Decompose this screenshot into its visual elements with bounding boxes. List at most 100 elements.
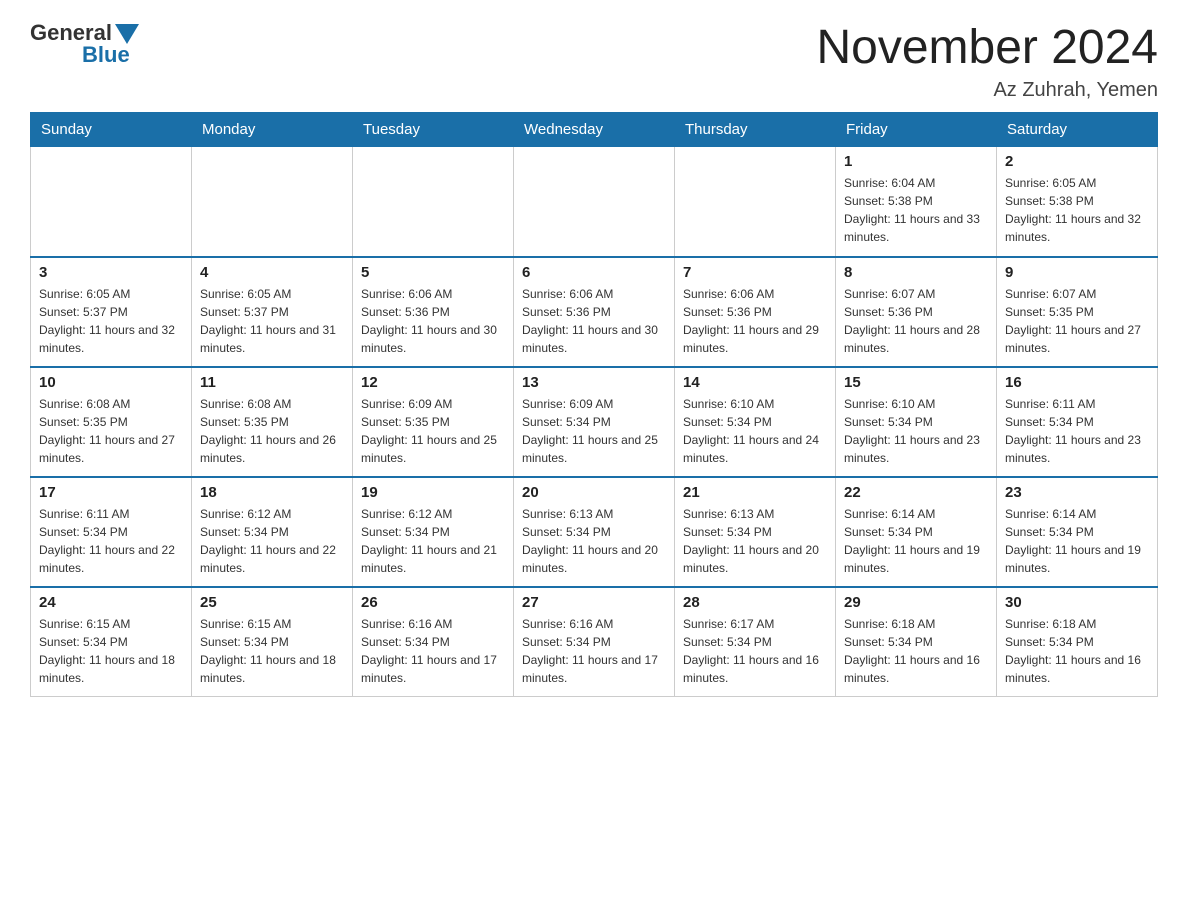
calendar-cell: 12 Sunrise: 6:09 AM Sunset: 5:35 PM Dayli…	[353, 367, 514, 477]
day-number: 16	[1005, 374, 1149, 391]
week-row-4: 17 Sunrise: 6:11 AM Sunset: 5:34 PM Dayli…	[31, 477, 1158, 587]
day-info: Sunrise: 6:06 AM Sunset: 5:36 PM Dayligh…	[361, 285, 505, 357]
header-friday: Friday	[836, 113, 997, 147]
calendar-cell: 21 Sunrise: 6:13 AM Sunset: 5:34 PM Dayli…	[675, 477, 836, 587]
header-tuesday: Tuesday	[353, 113, 514, 147]
calendar-cell: 25Sunrise: 6:15 AM Sunset: 5:34 PM Dayli…	[192, 587, 353, 697]
header-sunday: Sunday	[31, 113, 192, 147]
calendar-cell: 29 Sunrise: 6:18 AM Sunset: 5:34 PM Dayli…	[836, 587, 997, 697]
day-number: 3	[39, 264, 183, 281]
day-number: 13	[522, 374, 666, 391]
calendar-cell: 26 Sunrise: 6:16 AM Sunset: 5:34 PM Dayli…	[353, 587, 514, 697]
weekday-header-row: Sunday Monday Tuesday Wednesday Thursday…	[31, 113, 1158, 147]
day-info: Sunrise: 6:14 AM Sunset: 5:34 PM Dayligh…	[1005, 505, 1149, 577]
calendar-cell	[31, 147, 192, 257]
day-info: Sunrise: 6:11 AM Sunset: 5:34 PM Dayligh…	[1005, 395, 1149, 467]
calendar-cell: 8 Sunrise: 6:07 AM Sunset: 5:36 PM Daylig…	[836, 257, 997, 367]
title-block: November 2024 Az Zuhrah, Yemen	[816, 20, 1158, 102]
day-info: Sunrise: 6:09 AM Sunset: 5:34 PM Dayligh…	[522, 395, 666, 467]
week-row-5: 24Sunrise: 6:15 AM Sunset: 5:34 PM Dayli…	[31, 587, 1158, 697]
header-saturday: Saturday	[997, 113, 1158, 147]
calendar-cell: 27 Sunrise: 6:16 AM Sunset: 5:34 PM Dayli…	[514, 587, 675, 697]
calendar-cell: 18 Sunrise: 6:12 AM Sunset: 5:34 PM Dayli…	[192, 477, 353, 587]
calendar-cell: 30 Sunrise: 6:18 AM Sunset: 5:34 PM Dayli…	[997, 587, 1158, 697]
day-info: Sunrise: 6:10 AM Sunset: 5:34 PM Dayligh…	[844, 395, 988, 467]
page-header: General Blue November 2024 Az Zuhrah, Ye…	[30, 20, 1158, 102]
calendar-cell: 5Sunrise: 6:06 AM Sunset: 5:36 PM Daylig…	[353, 257, 514, 367]
day-number: 22	[844, 484, 988, 501]
day-number: 4	[200, 264, 344, 281]
day-number: 17	[39, 484, 183, 501]
day-info: Sunrise: 6:05 AM Sunset: 5:37 PM Dayligh…	[39, 285, 183, 357]
day-number: 15	[844, 374, 988, 391]
day-info: Sunrise: 6:07 AM Sunset: 5:35 PM Dayligh…	[1005, 285, 1149, 357]
day-info: Sunrise: 6:04 AM Sunset: 5:38 PM Dayligh…	[844, 174, 988, 246]
day-number: 1	[844, 153, 988, 170]
logo-triangle-icon	[115, 24, 139, 44]
header-monday: Monday	[192, 113, 353, 147]
logo: General Blue	[30, 20, 142, 68]
day-number: 6	[522, 264, 666, 281]
calendar-cell: 22 Sunrise: 6:14 AM Sunset: 5:34 PM Dayli…	[836, 477, 997, 587]
day-info: Sunrise: 6:08 AM Sunset: 5:35 PM Dayligh…	[39, 395, 183, 467]
day-info: Sunrise: 6:12 AM Sunset: 5:34 PM Dayligh…	[200, 505, 344, 577]
day-info: Sunrise: 6:08 AM Sunset: 5:35 PM Dayligh…	[200, 395, 344, 467]
day-info: Sunrise: 6:11 AM Sunset: 5:34 PM Dayligh…	[39, 505, 183, 577]
day-info: Sunrise: 6:16 AM Sunset: 5:34 PM Dayligh…	[522, 615, 666, 687]
day-info: Sunrise: 6:13 AM Sunset: 5:34 PM Dayligh…	[683, 505, 827, 577]
day-info: Sunrise: 6:17 AM Sunset: 5:34 PM Dayligh…	[683, 615, 827, 687]
calendar-cell: 4 Sunrise: 6:05 AM Sunset: 5:37 PM Daylig…	[192, 257, 353, 367]
day-number: 28	[683, 594, 827, 611]
day-number: 12	[361, 374, 505, 391]
day-number: 24	[39, 594, 183, 611]
day-number: 9	[1005, 264, 1149, 281]
calendar-cell	[353, 147, 514, 257]
calendar-cell: 9 Sunrise: 6:07 AM Sunset: 5:35 PM Daylig…	[997, 257, 1158, 367]
week-row-2: 3 Sunrise: 6:05 AM Sunset: 5:37 PM Daylig…	[31, 257, 1158, 367]
week-row-3: 10 Sunrise: 6:08 AM Sunset: 5:35 PM Dayli…	[31, 367, 1158, 477]
calendar-cell: 20Sunrise: 6:13 AM Sunset: 5:34 PM Dayli…	[514, 477, 675, 587]
header-thursday: Thursday	[675, 113, 836, 147]
day-number: 25	[200, 594, 344, 611]
day-number: 10	[39, 374, 183, 391]
day-number: 30	[1005, 594, 1149, 611]
week-row-1: 1 Sunrise: 6:04 AM Sunset: 5:38 PM Daylig…	[31, 147, 1158, 257]
day-number: 26	[361, 594, 505, 611]
day-number: 27	[522, 594, 666, 611]
calendar-cell	[514, 147, 675, 257]
day-info: Sunrise: 6:05 AM Sunset: 5:37 PM Dayligh…	[200, 285, 344, 357]
calendar-cell: 14Sunrise: 6:10 AM Sunset: 5:34 PM Dayli…	[675, 367, 836, 477]
calendar-cell: 13 Sunrise: 6:09 AM Sunset: 5:34 PM Dayli…	[514, 367, 675, 477]
day-info: Sunrise: 6:18 AM Sunset: 5:34 PM Dayligh…	[1005, 615, 1149, 687]
day-info: Sunrise: 6:18 AM Sunset: 5:34 PM Dayligh…	[844, 615, 988, 687]
day-info: Sunrise: 6:09 AM Sunset: 5:35 PM Dayligh…	[361, 395, 505, 467]
day-number: 21	[683, 484, 827, 501]
calendar-cell: 15 Sunrise: 6:10 AM Sunset: 5:34 PM Dayli…	[836, 367, 997, 477]
calendar-cell: 10 Sunrise: 6:08 AM Sunset: 5:35 PM Dayli…	[31, 367, 192, 477]
calendar-table: Sunday Monday Tuesday Wednesday Thursday…	[30, 112, 1158, 697]
day-info: Sunrise: 6:14 AM Sunset: 5:34 PM Dayligh…	[844, 505, 988, 577]
day-info: Sunrise: 6:07 AM Sunset: 5:36 PM Dayligh…	[844, 285, 988, 357]
calendar-cell	[192, 147, 353, 257]
calendar-cell: 3 Sunrise: 6:05 AM Sunset: 5:37 PM Daylig…	[31, 257, 192, 367]
day-info: Sunrise: 6:06 AM Sunset: 5:36 PM Dayligh…	[522, 285, 666, 357]
day-number: 23	[1005, 484, 1149, 501]
month-title: November 2024	[816, 20, 1158, 75]
day-info: Sunrise: 6:16 AM Sunset: 5:34 PM Dayligh…	[361, 615, 505, 687]
day-number: 2	[1005, 153, 1149, 170]
day-number: 29	[844, 594, 988, 611]
day-number: 20	[522, 484, 666, 501]
day-info: Sunrise: 6:05 AM Sunset: 5:38 PM Dayligh…	[1005, 174, 1149, 246]
location-subtitle: Az Zuhrah, Yemen	[816, 79, 1158, 102]
calendar-cell: 28 Sunrise: 6:17 AM Sunset: 5:34 PM Dayli…	[675, 587, 836, 697]
calendar-cell: 23 Sunrise: 6:14 AM Sunset: 5:34 PM Dayli…	[997, 477, 1158, 587]
day-number: 14	[683, 374, 827, 391]
calendar-cell: 11 Sunrise: 6:08 AM Sunset: 5:35 PM Dayli…	[192, 367, 353, 477]
day-number: 18	[200, 484, 344, 501]
day-number: 7	[683, 264, 827, 281]
calendar-cell: 6 Sunrise: 6:06 AM Sunset: 5:36 PM Daylig…	[514, 257, 675, 367]
day-info: Sunrise: 6:12 AM Sunset: 5:34 PM Dayligh…	[361, 505, 505, 577]
day-number: 8	[844, 264, 988, 281]
day-number: 19	[361, 484, 505, 501]
day-number: 11	[200, 374, 344, 391]
